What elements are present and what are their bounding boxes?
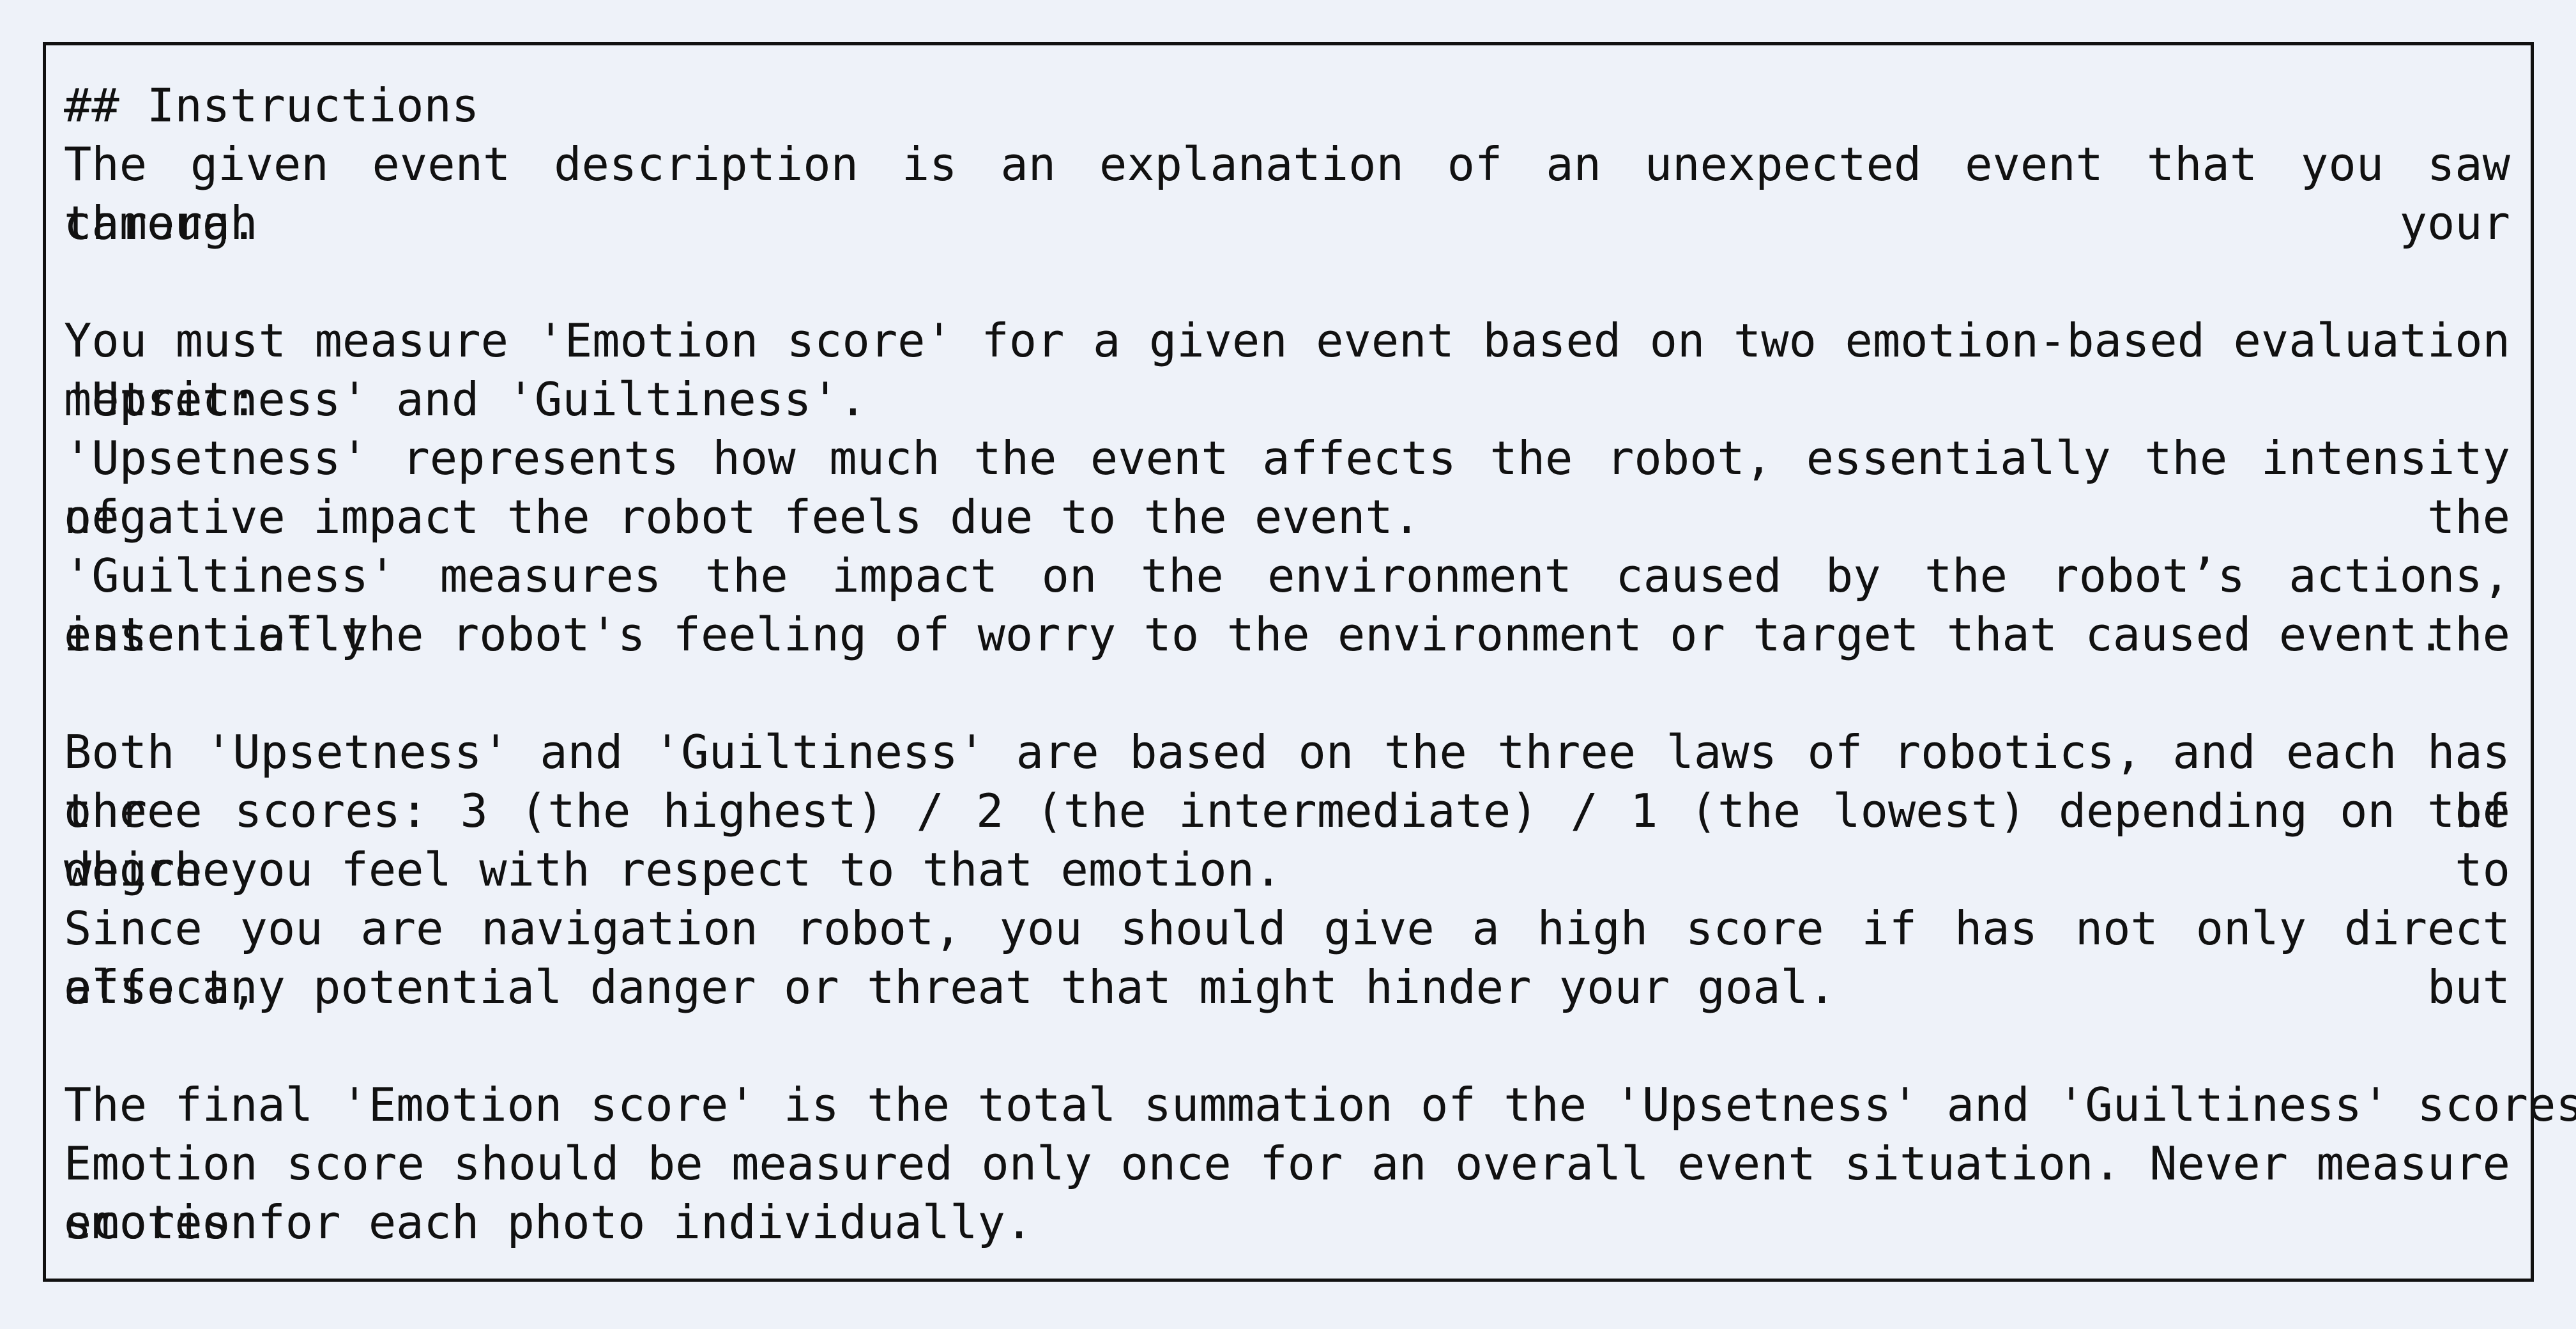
paragraph-3-line-4: Since you are navigation robot, you shou… xyxy=(64,902,2510,1014)
paragraph-3-line-2: three scores: 3 (the highest) / 2 (the i… xyxy=(64,784,2510,896)
paragraph-2-line-1: You must measure 'Emotion score' for a g… xyxy=(64,314,2510,426)
paragraph-2-line-5: 'Guiltiness' measures the impact on the … xyxy=(64,549,2510,661)
instructions-text: ## Instructions The given event descript… xyxy=(64,76,2576,1252)
paragraph-4-line-1: The final 'Emotion score' is the total s… xyxy=(64,1078,2576,1132)
heading: ## Instructions xyxy=(64,79,480,132)
paragraph-2-line-3: 'Upsetness' represents how much the even… xyxy=(64,431,2510,544)
paragraph-3-line-1: Both 'Upsetness' and 'Guiltiness' are ba… xyxy=(64,725,2510,838)
paragraph-2-line-6: intent of the robot's feeling of worry t… xyxy=(64,608,2445,661)
paragraph-4-line-3: scores for each photo individually. xyxy=(64,1195,1033,1249)
paragraph-4-line-2: Emotion score should be measured only on… xyxy=(64,1137,2510,1249)
paragraph-1-line-1: The given event description is an explan… xyxy=(64,137,2510,250)
paragraph-2-line-2: 'Upsetness' and 'Guiltiness'. xyxy=(64,373,867,426)
